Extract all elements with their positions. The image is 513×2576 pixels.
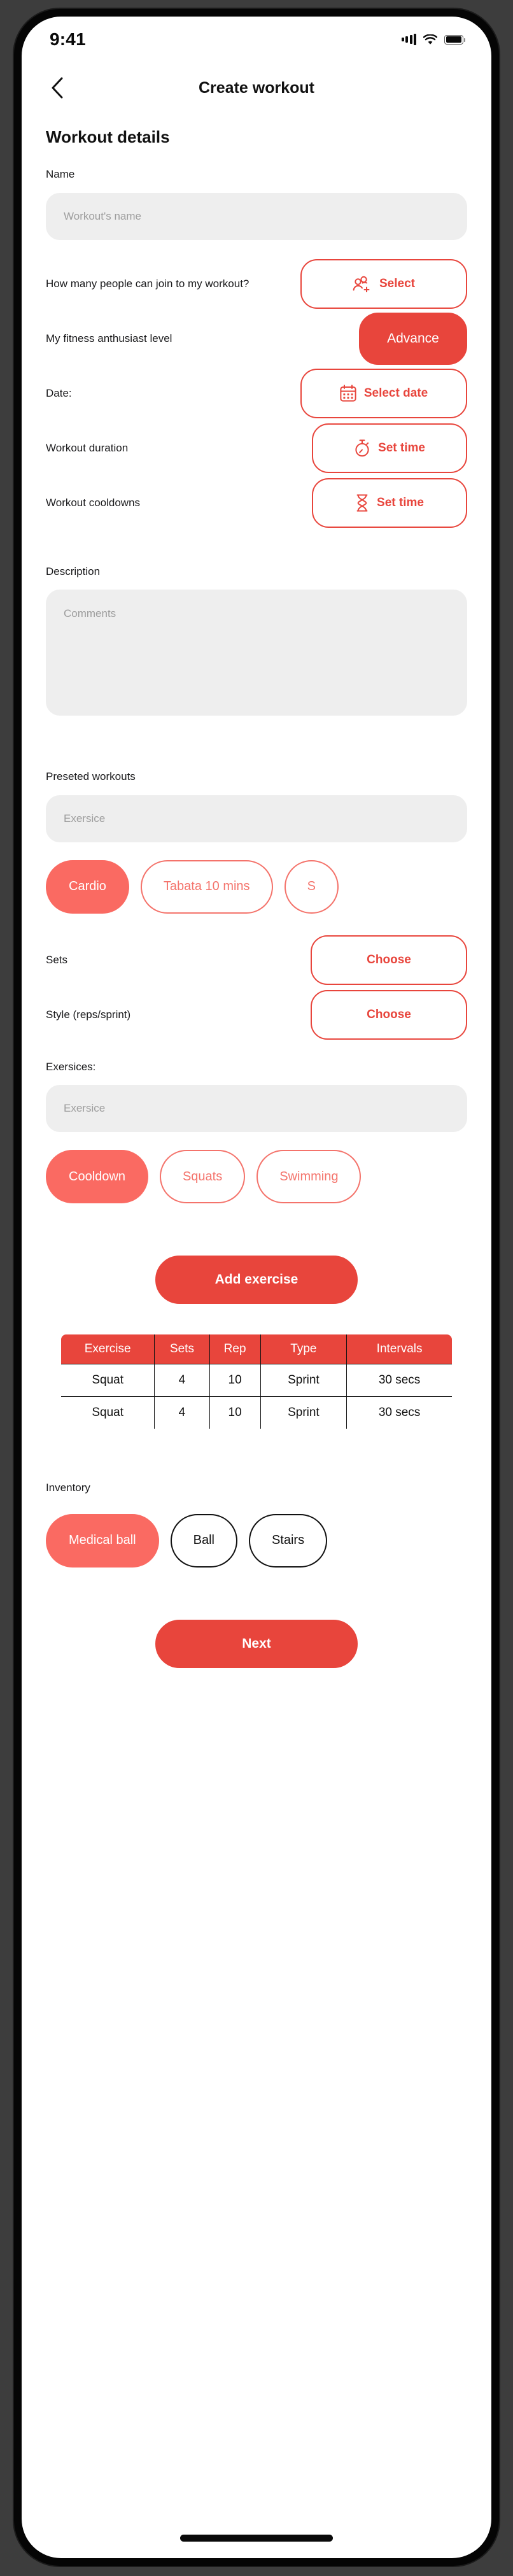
cell-exercise: Squat [61,1396,155,1429]
table-header-intervals: Intervals [346,1334,452,1364]
name-label: Name [46,168,75,180]
field-style: Style (reps/sprint) Choose [46,987,467,1042]
back-button[interactable] [43,74,71,102]
table-row[interactable]: Squat 4 10 Sprint 30 secs [61,1396,452,1429]
home-indicator[interactable] [180,2535,333,2542]
cooldowns-set-time-button[interactable]: Set time [312,478,467,528]
fitness-level-label: My fitness anthusiast level [46,332,172,344]
style-choose-button[interactable]: Choose [311,989,467,1040]
field-participants: How many people can join to my workout? [46,257,467,311]
fitness-level-value: Advance [387,330,439,346]
duration-set-time-label: Set time [378,441,425,455]
exersices-label: Exersices: [46,1060,96,1073]
field-inventory: Inventory Medical ball Ball Stairs [46,1480,467,1570]
phone-frame: 9:41 Create workout Workout details Name… [14,9,499,2566]
table-row[interactable]: Squat 4 10 Sprint 30 secs [61,1364,452,1397]
inventory-chip-row[interactable]: Medical ball Ball Stairs [46,1511,467,1570]
select-participants-label: Select [379,276,415,290]
add-exercise-label: Add exercise [214,1272,299,1287]
field-description: Description [46,563,467,719]
add-people-icon [353,276,372,292]
form-content: Workout details Name How many people can… [22,127,491,1668]
exersices-input[interactable] [46,1085,467,1132]
exersices-chip-row[interactable]: Cooldown Squats Swimming [46,1147,467,1206]
page-title: Create workout [199,78,314,97]
table-header-type: Type [260,1334,348,1364]
stopwatch-icon [354,439,370,457]
preseted-workouts-chip-row[interactable]: Cardio Tabata 10 mins S [46,858,467,916]
date-label: Date: [46,386,72,399]
chip-inventory-medical-ball[interactable]: Medical ball [46,1513,159,1568]
calendar-icon [340,385,356,402]
cell-intervals: 30 secs [346,1396,452,1429]
section-title: Workout details [46,127,170,146]
fitness-level-button[interactable]: Advance [359,312,467,365]
status-bar-icons [401,34,466,45]
cell-rep: 10 [209,1396,261,1429]
sets-choose-button[interactable]: Choose [311,935,467,985]
cell-type: Sprint [260,1396,348,1429]
next-button[interactable]: Next [155,1619,358,1668]
duration-label: Workout duration [46,441,129,454]
field-name: Name [46,166,467,240]
style-label: Style (reps/sprint) [46,1008,131,1021]
chevron-left-icon [51,77,64,99]
field-cooldowns: Workout cooldowns Set time [46,476,467,530]
status-bar-time: 9:41 [50,29,86,49]
cell-type: Sprint [260,1364,348,1397]
select-date-label: Select date [363,386,428,400]
cell-rep: 10 [209,1364,261,1397]
phone-screen: 9:41 Create workout Workout details Name… [22,17,491,2558]
workout-name-input[interactable] [46,192,467,240]
select-date-button[interactable]: Select date [300,368,467,418]
field-date: Date: Select date [46,366,467,421]
field-fitness-level: My fitness anthusiast level Advance [46,311,467,366]
table-header-exercise: Exercise [61,1334,155,1364]
exercise-table: Exercise Sets Rep Type Intervals Squat 4 [60,1333,453,1430]
exercise-table-wrap: Exercise Sets Rep Type Intervals Squat 4 [46,1333,467,1430]
cell-sets: 4 [154,1396,210,1429]
chip-preset-truncated[interactable]: S [284,860,339,914]
cell-intervals: 30 secs [346,1364,452,1397]
cooldowns-set-time-label: Set time [377,495,424,509]
chip-exercise-squats[interactable]: Squats [159,1150,246,1203]
cooldowns-label: Workout cooldowns [46,496,141,509]
nav-bar: Create workout [22,62,491,113]
cellular-signal-icon [401,34,416,45]
add-exercise-button[interactable]: Add exercise [155,1256,358,1304]
sets-choose-label: Choose [367,952,411,966]
chip-preset-cardio[interactable]: Cardio [46,860,129,914]
table-header-sets: Sets [154,1334,210,1364]
field-preseted-workouts: Preseted workouts Cardio Tabata 10 mins … [46,768,467,916]
preseted-workouts-label: Preseted workouts [46,770,136,782]
chip-inventory-stairs[interactable]: Stairs [248,1513,328,1568]
inventory-label: Inventory [46,1482,90,1494]
field-exersices: Exersices: Cooldown Squats Swimming [46,1059,467,1207]
hourglass-icon [355,494,369,512]
next-button-label: Next [242,1636,271,1651]
description-label: Description [46,565,101,577]
status-bar: 9:41 [22,17,491,62]
table-header-row: Exercise Sets Rep Type Intervals [61,1334,452,1364]
screenshot-stage: 9:41 Create workout Workout details Name… [0,0,513,2576]
chip-exercise-cooldown[interactable]: Cooldown [46,1150,148,1203]
participants-label: How many people can join to my workout? [46,277,249,290]
sets-label: Sets [46,953,68,966]
select-participants-button[interactable]: Select [300,258,467,309]
preseted-workouts-input[interactable] [46,795,467,842]
chip-preset-tabata[interactable]: Tabata 10 mins [140,860,273,914]
cell-exercise: Squat [61,1364,155,1397]
field-duration: Workout duration Set time [46,421,467,476]
table-header-rep: Rep [209,1334,261,1364]
duration-set-time-button[interactable]: Set time [312,423,467,473]
style-choose-label: Choose [367,1007,411,1021]
chip-inventory-ball[interactable]: Ball [170,1513,237,1568]
cell-sets: 4 [154,1364,210,1397]
description-textarea[interactable] [46,590,467,716]
chip-exercise-swimming[interactable]: Swimming [256,1150,362,1203]
battery-icon [444,34,466,45]
field-sets: Sets Choose [46,933,467,987]
wifi-icon [423,34,437,45]
